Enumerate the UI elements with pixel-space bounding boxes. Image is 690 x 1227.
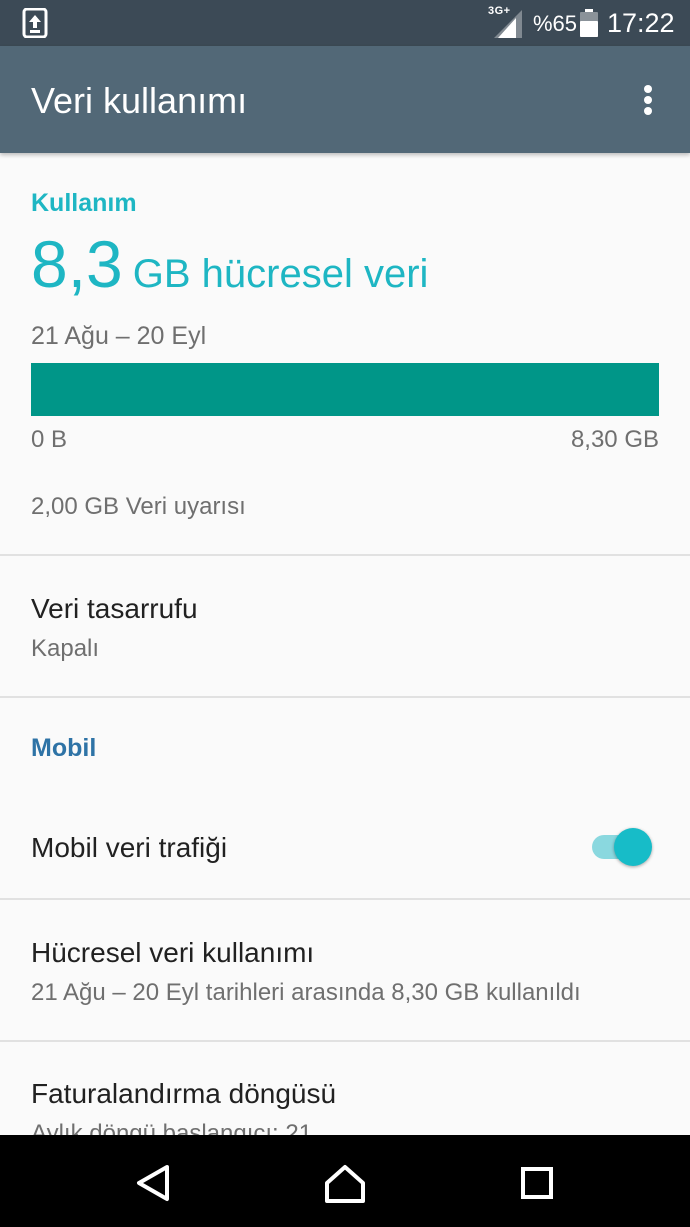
- mobile-section-header: Mobil: [31, 734, 97, 762]
- divider: [0, 696, 690, 698]
- usage-amount: 8,3 GB hücresel veri: [31, 226, 428, 302]
- billing-cycle-title: Faturalandırma döngüsü: [31, 1078, 337, 1109]
- usage-period: 21 Ağu – 20 Eyl: [31, 322, 207, 350]
- usage-amount-unit: GB hücresel veri: [132, 252, 429, 296]
- usage-header: Kullanım: [31, 189, 137, 217]
- mobile-data-title: Mobil veri trafiği: [31, 832, 228, 863]
- data-saver-summary: Kapalı: [31, 635, 100, 662]
- battery-percent: %65: [533, 11, 578, 36]
- toggle-thumb: [614, 828, 652, 866]
- mobile-data-toggle[interactable]: [592, 826, 654, 868]
- cellular-usage-title: Hücresel veri kullanımı: [31, 937, 315, 968]
- billing-cycle-summary: Aylık döngü başlangıcı: 21: [31, 1120, 313, 1135]
- more-vert-icon[interactable]: [630, 79, 666, 119]
- data-saver-row[interactable]: Veri tasarrufu Kapalı: [0, 556, 690, 696]
- usage-bar-max-label: 8,30 GB: [570, 426, 659, 453]
- data-warning-text: 2,00 GB Veri uyarısı: [31, 493, 246, 520]
- cellular-usage-summary: 21 Ağu – 20 Eyl tarihleri arasında 8,30 …: [31, 979, 581, 1006]
- recents-icon[interactable]: [515, 1161, 559, 1205]
- data-saver-title: Veri tasarrufu: [31, 593, 198, 624]
- home-icon[interactable]: [323, 1161, 367, 1205]
- cellular-usage-row[interactable]: Hücresel veri kullanımı 21 Ağu – 20 Eyl …: [0, 900, 690, 1040]
- battery-icon: [580, 9, 598, 37]
- usage-bar-min-label: 0 B: [31, 426, 68, 453]
- usage-progress-bar: [31, 363, 659, 416]
- status-bar: 3G+ %65 17:22: [0, 0, 690, 46]
- upload-notification-icon: [22, 8, 48, 38]
- usage-amount-value: 8,3: [31, 227, 123, 301]
- signal-icon: [494, 10, 522, 38]
- app-bar: Veri kullanımı: [0, 46, 690, 153]
- usage-progress-fill: [31, 363, 659, 416]
- navigation-bar: [0, 1135, 690, 1227]
- back-icon[interactable]: [131, 1161, 175, 1205]
- billing-cycle-row[interactable]: Faturalandırma döngüsü Aylık döngü başla…: [0, 1042, 690, 1135]
- clock: 17:22: [607, 8, 675, 38]
- mobile-data-row[interactable]: Mobil veri trafiği: [0, 790, 690, 898]
- page-title: Veri kullanımı: [31, 80, 248, 121]
